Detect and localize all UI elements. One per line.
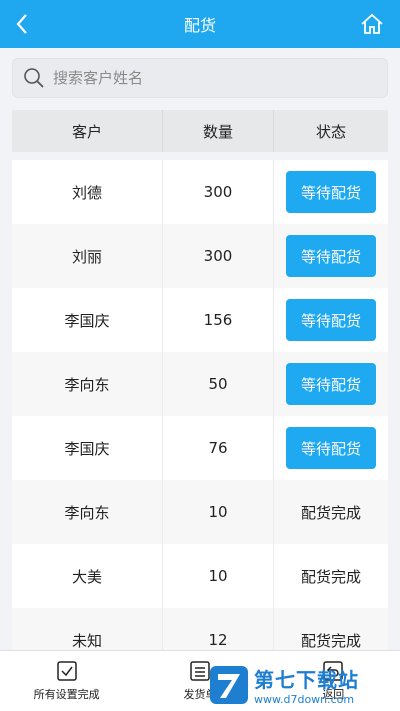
logo-icon [210,666,248,704]
quantity-cell: 156 [162,288,274,352]
status-cell: 等待配货 [274,352,388,416]
search-input[interactable] [53,69,353,87]
home-icon [361,13,383,34]
watermark-logo: 第七下载站 www.d7down.com [208,660,398,710]
quantity-cell: 10 [162,480,274,544]
status-cell: 等待配货 [274,416,388,480]
await-delivery-button[interactable]: 等待配货 [286,427,376,469]
status-cell: 等待配货 [274,288,388,352]
column-header-status: 状态 [315,122,346,141]
back-button[interactable] [10,12,34,36]
search-box[interactable] [12,58,388,98]
column-header-customer: 客户 [71,122,102,141]
quantity-cell: 300 [162,160,274,224]
table-row: 李国庆 76 等待配货 [12,416,388,480]
status-cell: 等待配货 [274,160,388,224]
await-delivery-button[interactable]: 等待配货 [286,299,376,341]
customer-cell: 李向东 [64,503,110,522]
column-header-quantity: 数量 [162,110,274,152]
status-text: 配货完成 [300,567,361,586]
table-row: 刘德 300 等待配货 [12,160,388,224]
table-body: 刘德 300 等待配货 刘丽 300 等待配货 李国庆 156 等待配货 李向东… [12,160,388,672]
customer-cell: 李国庆 [64,439,110,458]
tab-label: 所有设置完成 [33,688,100,701]
tab-all-settings-complete[interactable]: 所有设置完成 [0,651,133,711]
table-header: 客户 数量 状态 [12,110,388,152]
customer-cell: 刘德 [71,183,102,202]
customer-cell: 李向东 [64,375,110,394]
quantity-cell: 50 [162,352,274,416]
await-delivery-button[interactable]: 等待配货 [286,171,376,213]
checkbox-icon [56,661,77,681]
home-button[interactable] [360,12,384,36]
search-icon [24,68,44,88]
await-delivery-button[interactable]: 等待配货 [286,363,376,405]
nav-bar: 配货 [0,0,400,48]
await-delivery-button[interactable]: 等待配货 [286,235,376,277]
table-row: 刘丽 300 等待配货 [12,224,388,288]
customer-cell: 大美 [71,567,102,586]
quantity-cell: 10 [162,544,274,608]
page-title: 配货 [183,16,216,35]
watermark-title: 第七下载站 [254,668,359,692]
table-row: 李向东 10 配货完成 [12,480,388,544]
table-row: 李向东 50 等待配货 [12,352,388,416]
customer-cell: 刘丽 [71,247,102,266]
chevron-left-icon [16,14,27,34]
customer-cell: 李国庆 [64,311,110,330]
status-text: 配货完成 [300,503,361,522]
quantity-cell: 76 [162,416,274,480]
table-row: 大美 10 配货完成 [12,544,388,608]
watermark-url: www.d7down.com [254,693,355,706]
table-row: 李国庆 156 等待配货 [12,288,388,352]
status-cell: 等待配货 [274,224,388,288]
quantity-cell: 300 [162,224,274,288]
